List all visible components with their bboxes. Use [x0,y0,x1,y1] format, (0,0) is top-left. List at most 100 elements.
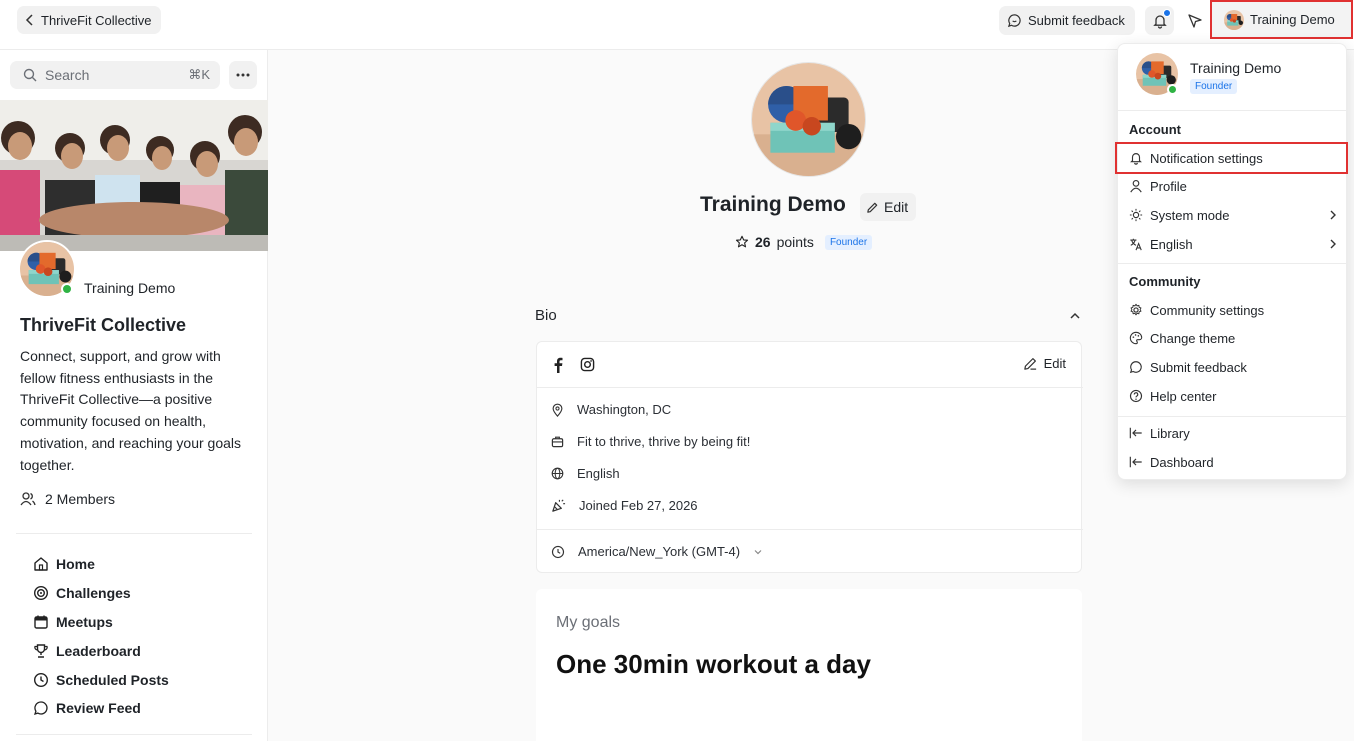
menu-item-label: Profile [1150,178,1187,194]
sidebar-item-home[interactable]: Home [33,550,169,579]
divider [1118,416,1348,417]
language-row: English [551,466,620,481]
menu-item-community-settings[interactable]: Community settings [1129,299,1337,321]
search-input[interactable]: Search ⌘K [10,61,220,89]
points-value: 26 [755,234,771,250]
exit-arrow-icon [1129,456,1142,468]
chevron-down-icon [754,549,762,554]
sidebar-item-meetups[interactable]: Meetups [33,608,169,637]
edit-profile-button[interactable]: Edit [860,193,917,221]
clock-icon [551,545,565,558]
community-heading: Community [1129,274,1201,289]
help-icon [1129,389,1143,403]
back-button-label: ThriveFit Collective [41,12,152,28]
sidebar-item-label: Review Feed [56,700,141,717]
back-to-community-button[interactable]: ThriveFit Collective [17,6,161,34]
gear-icon [1130,303,1142,316]
globe-icon [551,467,564,480]
calendar-icon [34,615,48,629]
search-icon [23,68,37,82]
instagram-icon[interactable] [580,357,595,372]
clock-icon [33,672,49,687]
sidebar-item-challenges[interactable]: Challenges [33,579,169,608]
menu-item-language[interactable]: English [1129,233,1337,255]
send-message-button[interactable] [1180,6,1209,35]
notifications-button[interactable] [1145,6,1174,35]
menu-item-library[interactable]: Library [1129,422,1337,444]
edit-bio-label: Edit [1043,356,1066,371]
goals-card: My goals One 30min workout a day [536,589,1082,741]
language-text: English [577,466,620,481]
menu-item-label: Community settings [1150,302,1265,318]
users-icon [20,492,36,506]
chevron-up-icon[interactable] [1069,311,1081,321]
online-status-dot [1167,84,1178,95]
tagline-row: Fit to thrive, thrive by being fit! [551,434,750,449]
social-links: Edit [537,342,1083,388]
edit-bio-button[interactable]: Edit [1023,356,1066,371]
search-shortcut: ⌘K [188,67,210,82]
translate-icon [1130,238,1142,251]
divider [1118,110,1348,111]
pencil-icon [867,202,878,213]
sidebar-item-review-feed[interactable]: Review Feed [33,694,169,723]
party-icon [552,499,566,512]
members-count[interactable]: 2 Members [20,491,115,507]
profile-avatar [751,62,866,177]
exit-arrow-icon [1129,427,1142,439]
profile-name: Training Demo [700,193,846,216]
menu-item-submit-feedback[interactable]: Submit feedback [1129,356,1337,378]
menu-item-change-theme[interactable]: Change theme [1129,327,1337,349]
ellipsis-icon [236,73,250,77]
points-row: 26 points Founder [735,234,873,250]
joined-text: Joined Feb 27, 2026 [579,498,698,513]
sidebar: Search ⌘K Training Demo ThriveFit Collec… [0,50,268,741]
user-menu-label: Training Demo [1250,12,1335,27]
star-icon [735,235,749,248]
sun-icon [1129,208,1143,222]
chevron-left-icon [25,14,33,26]
target-icon [33,586,49,601]
timezone-text: America/New_York (GMT-4) [578,544,741,559]
points-label: points [776,234,814,250]
menu-item-dashboard[interactable]: Dashboard [1129,451,1337,473]
palette-icon [1129,331,1143,345]
pencil-icon [1023,358,1036,370]
sidebar-item-label: Leaderboard [56,642,141,659]
sidebar-username: Training Demo [84,280,176,296]
divider [16,533,252,534]
goals-text: One 30min workout a day [556,649,871,679]
more-options-button[interactable] [229,61,257,89]
menu-item-label: Dashboard [1150,454,1214,470]
community-description: Connect, support, and grow with fellow f… [20,348,242,473]
divider [1118,263,1348,264]
menu-item-help-center[interactable]: Help center [1129,385,1337,407]
community-banner-image [0,100,268,251]
user-menu-button[interactable]: Training Demo [1210,0,1353,39]
role-badge: Founder [824,234,873,250]
submit-feedback-button[interactable]: Submit feedback [999,6,1135,35]
avatar [1224,10,1244,30]
sidebar-item-label: Meetups [56,613,113,630]
menu-item-system-mode[interactable]: System mode [1129,204,1337,226]
timezone-selector[interactable]: America/New_York (GMT-4) [551,544,763,559]
goals-label: My goals [556,614,621,631]
search-placeholder: Search [45,67,90,83]
sidebar-nav: Home Challenges Meetups Leaderboard Sche… [33,550,169,723]
chevron-right-icon [1330,239,1336,249]
menu-item-profile[interactable]: Profile [1129,175,1337,197]
sidebar-item-scheduled-posts[interactable]: Scheduled Posts [33,665,169,694]
role-badge: Founder [1190,79,1238,94]
sidebar-item-leaderboard[interactable]: Leaderboard [33,636,169,665]
sidebar-item-label: Home [56,556,95,573]
location-text: Washington, DC [577,402,672,417]
divider [16,734,252,735]
online-status-dot [61,283,73,295]
trophy-icon [34,644,48,658]
sidebar-item-label: Challenges [56,585,131,602]
cursor-arrow-icon [1187,13,1202,28]
notification-dot [1163,9,1171,17]
facebook-icon[interactable] [551,357,565,373]
community-title: ThriveFit Collective [20,315,187,335]
menu-item-label: Change theme [1150,330,1236,346]
